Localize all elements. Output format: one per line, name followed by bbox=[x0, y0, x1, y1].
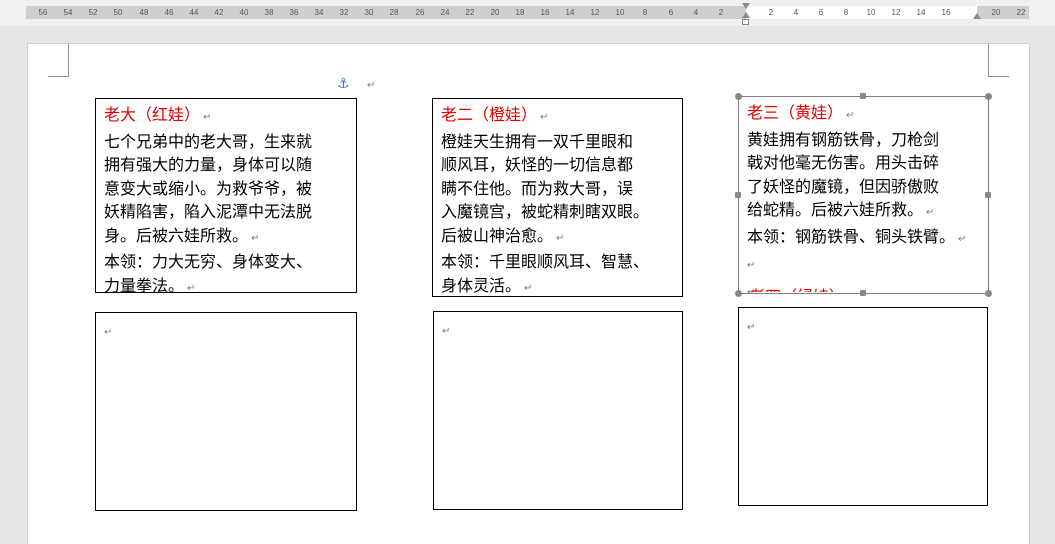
box-skill-line: 力量拳法。 bbox=[104, 275, 185, 293]
ruler-tick-label: 12 bbox=[891, 8, 901, 17]
overflow-title: 老四（绿娃） bbox=[749, 285, 869, 292]
resize-handle-bottom[interactable] bbox=[860, 290, 866, 296]
ruler-tick-label: 12 bbox=[590, 8, 600, 17]
first-line-indent-marker[interactable] bbox=[742, 3, 750, 9]
resize-handle-top-left[interactable] bbox=[735, 93, 742, 100]
ruler-tick-label: 42 bbox=[214, 8, 224, 17]
empty-text-box-3[interactable]: ↵ bbox=[738, 307, 988, 506]
paragraph-mark: ↵ bbox=[556, 232, 565, 244]
text-box-sanwa[interactable]: 老三（黄娃） ↵ 黄娃拥有钢筋铁骨，刀枪剑 戟对他毫无伤害。用头击碎 了妖怪的魔镜… bbox=[735, 93, 992, 297]
ruler-tick-label: 30 bbox=[364, 8, 374, 17]
paragraph-mark: ↵ bbox=[747, 260, 756, 271]
ruler-tick-label: 40 bbox=[239, 8, 249, 17]
paragraph-mark: ↵ bbox=[540, 112, 549, 123]
box-text-line: 拥有强大的力量，身体可以随 bbox=[104, 155, 313, 174]
paragraph-mark: ↵ bbox=[442, 326, 451, 337]
paragraph-mark: ↵ bbox=[747, 322, 756, 333]
right-indent-marker[interactable] bbox=[973, 13, 981, 19]
ruler-tick-label: 4 bbox=[693, 8, 699, 17]
text-box-content: 老三（黄娃） ↵ 黄娃拥有钢筋铁骨，刀枪剑 戟对他毫无伤害。用头击碎 了妖怪的魔镜… bbox=[747, 101, 988, 293]
box-text-line: 妖精陷害，陷入泥潭中无法脱 bbox=[104, 202, 313, 221]
box-text-line: 身。后被六娃所救。 bbox=[104, 225, 249, 245]
paragraph-mark: ↵ bbox=[958, 233, 967, 245]
box-skill-line: 本领：千里眼顺风耳、智慧、 bbox=[441, 252, 650, 271]
ruler-tick-label: 2 bbox=[768, 8, 774, 17]
ruler-tick-label: 46 bbox=[164, 8, 174, 17]
crop-mark-top-left bbox=[48, 44, 69, 77]
ruler-margin-area bbox=[26, 6, 746, 19]
box-skill-line: 本领：力大无穷、身体变大、 bbox=[104, 252, 313, 271]
ruler-tick-label: 20 bbox=[490, 8, 500, 17]
empty-text-box-1[interactable]: ↵ bbox=[95, 312, 357, 511]
left-indent-marker[interactable] bbox=[742, 19, 749, 25]
paragraph-mark: ↵ bbox=[251, 232, 260, 244]
paragraph-mark: ↵ bbox=[187, 282, 196, 293]
ruler-tick-label: 44 bbox=[189, 8, 199, 17]
ruler-tick-label: 22 bbox=[1016, 8, 1026, 17]
box-text-line: 了妖怪的魔镜，但因骄傲败 bbox=[747, 176, 940, 196]
ruler-tick-label: 16 bbox=[941, 8, 951, 17]
ruler-tick-label: 8 bbox=[642, 8, 648, 17]
hanging-indent-marker[interactable] bbox=[742, 12, 750, 18]
ruler-tick-label: 50 bbox=[113, 8, 123, 17]
ruler-tick-label: 48 bbox=[139, 8, 149, 17]
ruler-tick-label: 28 bbox=[389, 8, 399, 17]
paragraph-mark: ↵ bbox=[846, 110, 855, 121]
box-title: 老二（橙娃） bbox=[441, 105, 538, 124]
box-text-line: 后被山神治愈。 bbox=[441, 225, 554, 245]
box-text-line: 意变大或缩小。为救爷爷，被 bbox=[104, 178, 313, 198]
resize-handle-bottom-left[interactable] bbox=[735, 290, 742, 297]
ruler-tick-label: 52 bbox=[88, 8, 98, 17]
anchor-icon[interactable]: ⚓ bbox=[337, 77, 350, 91]
ruler-tick-label: 36 bbox=[289, 8, 299, 17]
ruler-tick-label: 32 bbox=[339, 8, 349, 17]
resize-handle-top-right[interactable] bbox=[985, 93, 992, 100]
box-text-line: 橙娃天生拥有一双千里眼和 bbox=[441, 131, 634, 151]
box-title: 老三（黄娃） bbox=[747, 103, 844, 122]
ruler-tick-label: 10 bbox=[866, 8, 876, 17]
box-text-line: 顺风耳，妖怪的一切信息都 bbox=[441, 155, 634, 174]
paragraph-mark: ↵ bbox=[203, 112, 212, 123]
paragraph-mark: ↵ bbox=[926, 207, 935, 218]
ruler-tick-label: 8 bbox=[843, 8, 849, 17]
ruler-tick-label: 22 bbox=[465, 8, 475, 17]
resize-handle-left[interactable] bbox=[735, 192, 741, 198]
ruler-tick-label: 14 bbox=[916, 8, 926, 17]
resize-handle-right[interactable] bbox=[985, 192, 991, 198]
box-text-line: 瞒不住他。而为救大哥，误 bbox=[441, 178, 634, 198]
ruler-tick-label: 4 bbox=[793, 8, 799, 17]
box-text-line: 戟对他毫无伤害。用头击碎 bbox=[747, 153, 940, 172]
ruler-tick-label: 56 bbox=[38, 8, 48, 17]
ruler-tick-label: 20 bbox=[991, 8, 1001, 17]
ruler-tick-label: 10 bbox=[615, 8, 625, 17]
ruler-tick-label: 2 bbox=[718, 8, 724, 17]
box-skill-line: 本领：钢筋铁骨、铜头铁臂。 bbox=[747, 226, 956, 246]
box-text-line: 七个兄弟中的老大哥，生来就 bbox=[104, 131, 313, 151]
empty-text-box-2[interactable]: ↵ bbox=[433, 311, 683, 510]
ruler-tick-label: 24 bbox=[440, 8, 450, 17]
box-text-line: 给蛇精。后被六娃所救。 bbox=[747, 200, 924, 219]
ruler-tick-label: 6 bbox=[818, 8, 824, 17]
paragraph-mark: ↵ bbox=[104, 327, 113, 338]
paragraph-mark: ↵ bbox=[367, 80, 376, 91]
box-text-line: 入魔镜宫，被蛇精刺瞎双眼。 bbox=[441, 202, 650, 221]
box-text-line: 黄娃拥有钢筋铁骨，刀枪剑 bbox=[747, 129, 940, 149]
ruler-tick-label: 16 bbox=[540, 8, 550, 17]
text-box-erwa[interactable]: 老二（橙娃） ↵ 橙娃天生拥有一双千里眼和 顺风耳，妖怪的一切信息都 瞒不住他。而… bbox=[432, 98, 683, 297]
ruler-tick-label: 34 bbox=[314, 8, 324, 17]
ruler-tick-label: 18 bbox=[515, 8, 525, 17]
crop-mark-top-right bbox=[988, 44, 1009, 77]
ruler-tick-label: 14 bbox=[565, 8, 575, 17]
box-skill-line: 身体灵活。 bbox=[441, 275, 522, 295]
resize-handle-bottom-right[interactable] bbox=[985, 290, 992, 297]
paragraph-mark: ↵ bbox=[524, 282, 533, 294]
resize-handle-top[interactable] bbox=[860, 93, 866, 99]
text-box-dawa[interactable]: 老大（红娃） ↵ 七个兄弟中的老大哥，生来就 拥有强大的力量，身体可以随 意变大或… bbox=[95, 98, 357, 293]
ruler-tick-label: 54 bbox=[63, 8, 73, 17]
ruler-tick-label: 26 bbox=[415, 8, 425, 17]
box-title: 老大（红娃） bbox=[104, 105, 201, 124]
horizontal-ruler[interactable]: 56 54 52 50 48 46 44 42 40 38 36 34 32 30 28 26 24 22 20 18… bbox=[0, 0, 1055, 26]
ruler-tick-label: 38 bbox=[264, 8, 274, 17]
ruler-tick-label: 6 bbox=[668, 8, 674, 17]
